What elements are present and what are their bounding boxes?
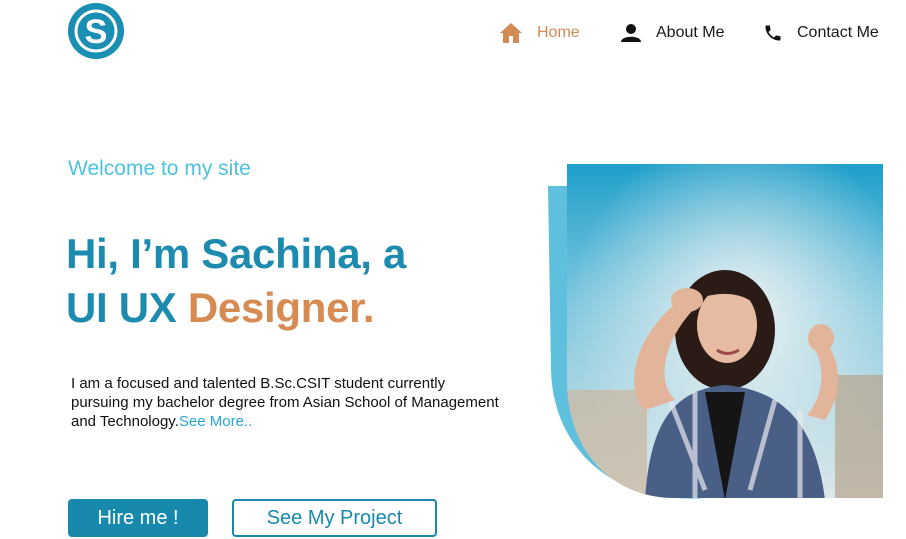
see-more-link[interactable]: See More.. bbox=[179, 413, 252, 430]
headline-accent: Designer. bbox=[187, 284, 375, 331]
nav-home[interactable]: Home bbox=[499, 20, 580, 46]
welcome-text: Welcome to my site bbox=[68, 157, 251, 180]
nav-contact-me[interactable]: Contact Me bbox=[761, 20, 879, 46]
logo-letter: S bbox=[85, 13, 108, 51]
headline: Hi, I’m Sachina, a UI UX Designer. bbox=[66, 227, 406, 335]
intro-paragraph: I am a focused and talented B.Sc.CSIT st… bbox=[71, 374, 501, 431]
home-icon bbox=[499, 21, 523, 45]
headline-line1: Hi, I’m Sachina, a bbox=[66, 230, 407, 277]
person-icon bbox=[619, 21, 643, 45]
headline-line2-prefix: UI UX bbox=[66, 284, 188, 331]
portrait-photo bbox=[548, 164, 883, 499]
logo[interactable]: S bbox=[67, 2, 125, 60]
hire-me-button[interactable]: Hire me ! bbox=[68, 499, 208, 537]
phone-icon bbox=[761, 21, 785, 45]
nav-home-label: Home bbox=[537, 24, 580, 41]
nav-contact-label: Contact Me bbox=[797, 24, 879, 41]
nav-about-label: About Me bbox=[656, 24, 725, 41]
nav-about-me[interactable]: About Me bbox=[619, 20, 724, 46]
intro-text: I am a focused and talented B.Sc.CSIT st… bbox=[71, 375, 499, 430]
see-project-button[interactable]: See My Project bbox=[232, 499, 437, 537]
